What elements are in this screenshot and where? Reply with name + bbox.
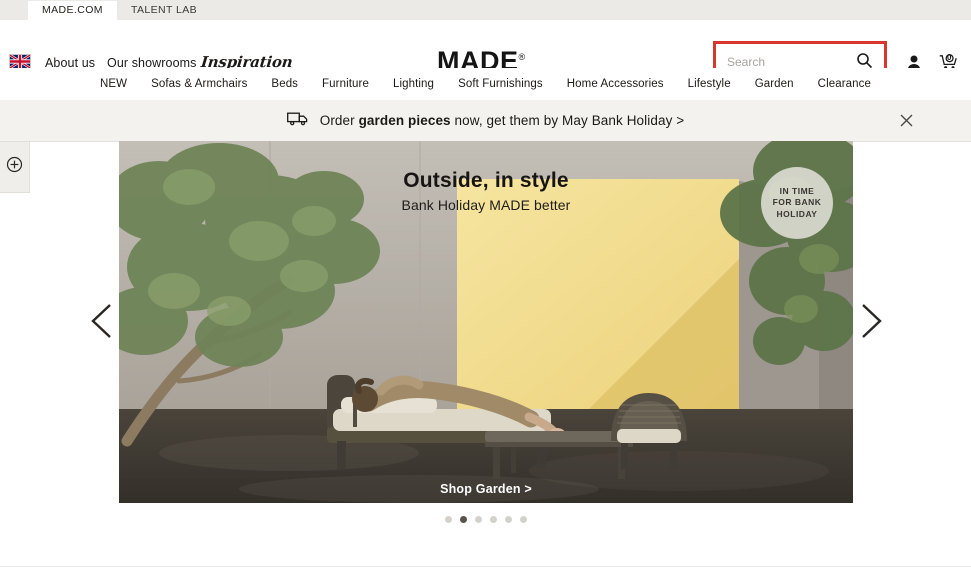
- hero-subheadline: Bank Holiday MADE better: [401, 197, 571, 213]
- promo-text-bold: garden pieces: [358, 113, 451, 128]
- promo-banner: Order garden pieces now, get them by May…: [0, 100, 971, 142]
- hero-badge-line-1: IN TIME: [779, 185, 815, 196]
- carousel-dot[interactable]: [489, 516, 497, 523]
- nav-item-soft-furnishings[interactable]: Soft Furnishings: [446, 78, 555, 90]
- carousel-dots: [0, 516, 971, 523]
- nav-item-sofas-armchairs[interactable]: Sofas & Armchairs: [139, 78, 259, 90]
- nav-item-garden[interactable]: Garden: [743, 78, 806, 90]
- promo-text-before: Order: [319, 113, 359, 128]
- browser-tab-made-com[interactable]: MADE.COM: [28, 1, 117, 20]
- plus-circle-icon: [6, 156, 23, 178]
- hero-badge-line-3: HOLIDAY: [776, 208, 818, 219]
- promo-banner-content[interactable]: Order garden pieces now, get them by May…: [286, 111, 685, 131]
- uk-flag-icon[interactable]: [9, 54, 31, 69]
- carousel-dot[interactable]: [459, 516, 467, 523]
- carousel-dot[interactable]: [519, 516, 527, 523]
- hero-image: [119, 141, 853, 503]
- nav-item-home-accessories[interactable]: Home Accessories: [555, 78, 676, 90]
- nav-item-beds[interactable]: Beds: [259, 78, 310, 90]
- hero-cta-shop-garden[interactable]: Shop Garden >: [119, 482, 853, 496]
- chevron-right-icon[interactable]: [853, 300, 887, 342]
- carousel-dot[interactable]: [474, 516, 482, 523]
- delivery-truck-icon: [286, 111, 309, 131]
- hero-carousel[interactable]: Outside, in style Bank Holiday MADE bett…: [119, 141, 853, 503]
- cart-count-badge: 0: [947, 53, 952, 62]
- browser-tab-strip: MADE.COM TALENT LAB: [0, 0, 971, 21]
- hero-badge: IN TIME FOR BANK HOLIDAY: [761, 167, 833, 239]
- registered-mark-icon: ®: [518, 52, 526, 62]
- carousel-dot[interactable]: [504, 516, 512, 523]
- nav-item-furniture[interactable]: Furniture: [310, 78, 381, 90]
- nav-item-new[interactable]: NEW: [88, 78, 139, 90]
- side-panel-toggle[interactable]: [0, 141, 30, 193]
- close-icon[interactable]: [898, 112, 915, 129]
- site-header: About us Our showrooms Inspiration MADE®: [0, 20, 971, 87]
- page-root: MADE.COM TALENT LAB About us Our showroo…: [0, 0, 971, 576]
- nav-item-clearance[interactable]: Clearance: [806, 78, 883, 90]
- main-navigation: NEW Sofas & Armchairs Beds Furniture Lig…: [0, 68, 971, 101]
- nav-item-lighting[interactable]: Lighting: [381, 78, 446, 90]
- chevron-left-icon[interactable]: [86, 300, 120, 342]
- nav-item-lifestyle[interactable]: Lifestyle: [676, 78, 743, 90]
- promo-text-after: now, get them by May Bank Holiday >: [450, 113, 685, 128]
- hero-headline: Outside, in style: [403, 169, 569, 192]
- carousel-dot[interactable]: [444, 516, 452, 523]
- promo-banner-text: Order garden pieces now, get them by May…: [320, 113, 685, 128]
- page-footer-edge: [0, 566, 971, 576]
- browser-tab-talent-lab[interactable]: TALENT LAB: [117, 1, 211, 20]
- hero-badge-line-2: FOR BANK: [772, 197, 822, 208]
